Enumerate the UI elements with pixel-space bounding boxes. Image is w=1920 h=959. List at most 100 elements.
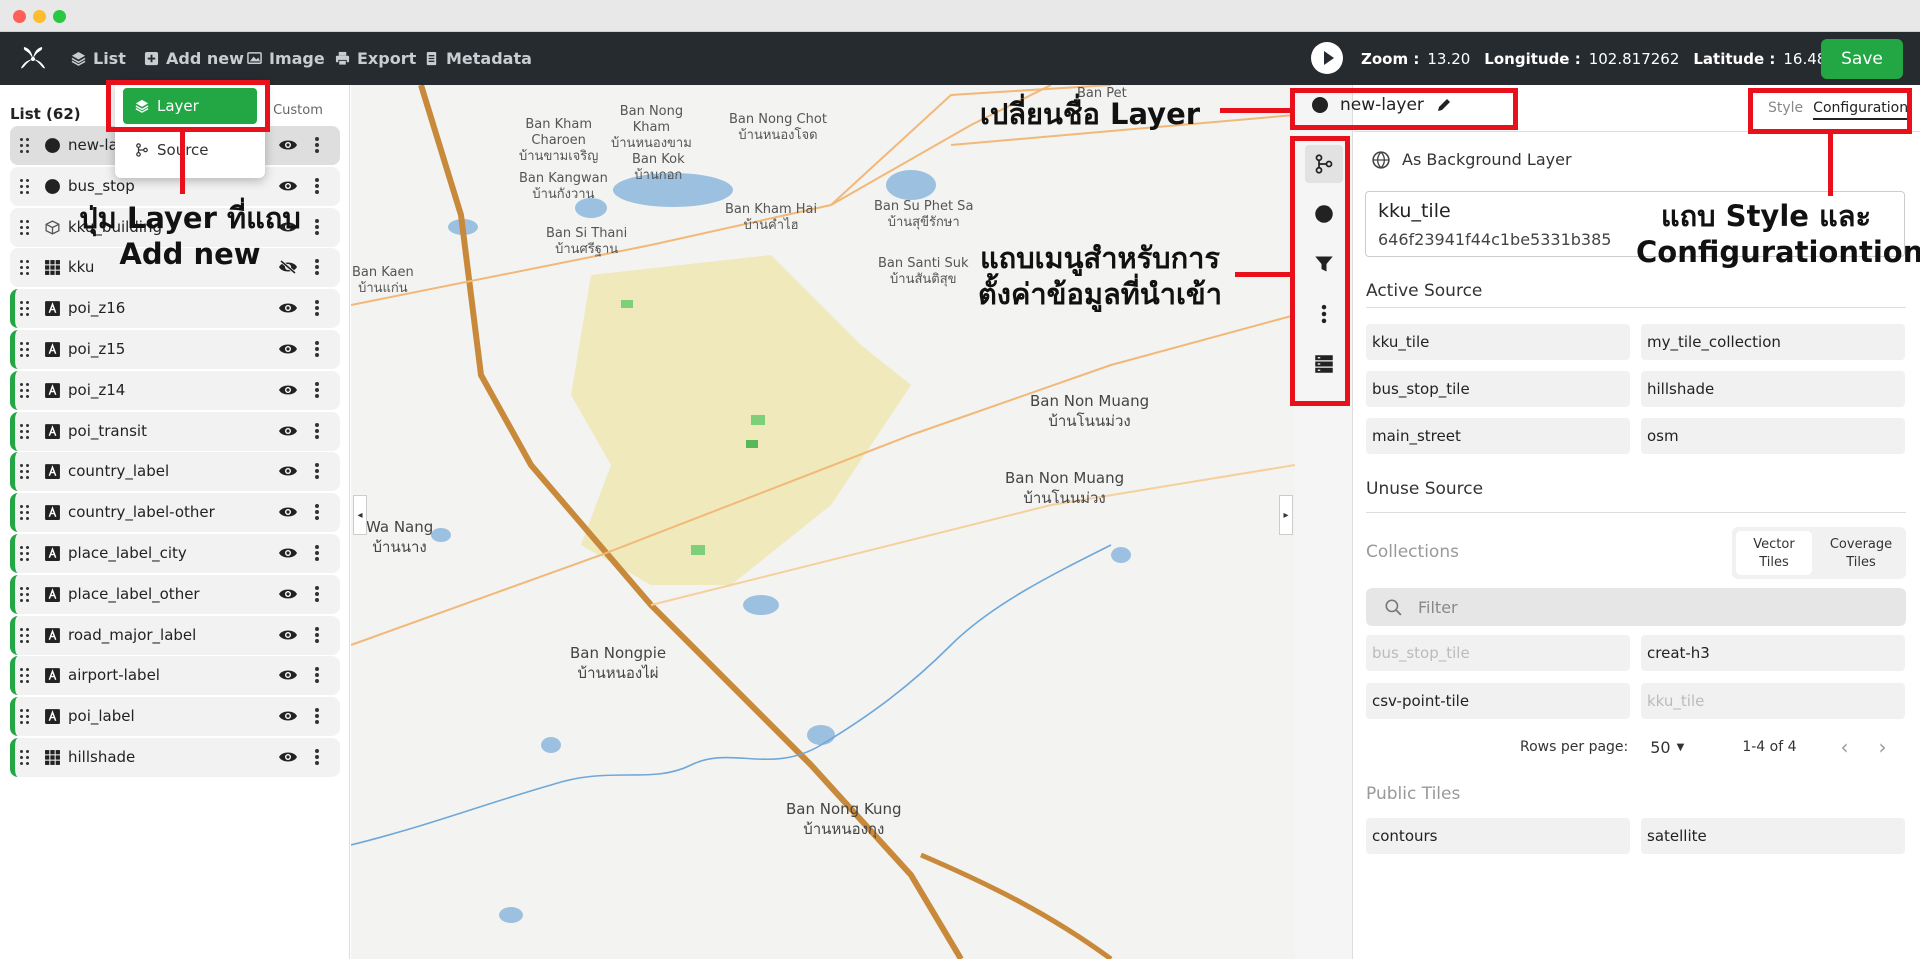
drag-handle-icon[interactable] [20, 505, 30, 521]
play-icon[interactable] [1311, 42, 1343, 74]
more-options-icon[interactable] [315, 667, 319, 684]
more-options-icon[interactable] [315, 341, 319, 357]
drag-handle-icon[interactable] [20, 464, 30, 480]
drag-handle-icon[interactable] [20, 627, 30, 644]
annotation-box-rename [1290, 88, 1518, 130]
eye-icon[interactable] [278, 342, 298, 356]
layer-list-item[interactable]: poi_z16 [10, 289, 340, 329]
drag-handle-icon[interactable] [20, 586, 30, 603]
more-options-icon[interactable] [315, 381, 319, 398]
app-logo-icon[interactable] [18, 44, 48, 74]
drag-handle-icon[interactable] [20, 546, 30, 562]
eye-icon[interactable] [278, 628, 298, 642]
custom-button[interactable]: Custom [265, 95, 330, 125]
drag-handle-icon[interactable] [20, 668, 30, 684]
minimize-window-button[interactable] [33, 10, 46, 23]
layer-list-item[interactable]: place_label_other [10, 574, 340, 614]
drag-handle-icon[interactable] [20, 750, 30, 766]
source-chip[interactable]: bus_stop_tile [1366, 635, 1630, 671]
water-body [431, 528, 451, 542]
drag-handle-icon[interactable] [20, 709, 30, 725]
eye-icon[interactable] [278, 138, 298, 152]
source-chip[interactable]: bus_stop_tile [1366, 371, 1630, 407]
layer-list-item[interactable]: airport-label [10, 656, 340, 696]
map-place-label: Ban Su Phet Sa บ้านสุขีรักษา [874, 199, 974, 230]
close-window-button[interactable] [13, 10, 26, 23]
eye-icon[interactable] [278, 750, 298, 764]
drag-handle-icon[interactable] [20, 260, 30, 276]
eye-icon[interactable] [278, 301, 298, 315]
source-chip[interactable]: osm [1641, 418, 1905, 454]
export-menu[interactable]: Export [335, 32, 416, 85]
layer-list-item[interactable]: poi_label [10, 697, 340, 737]
source-chip[interactable]: kku_tile [1366, 324, 1630, 360]
layer-list-item[interactable]: poi_z15 [10, 330, 340, 369]
more-options-icon[interactable] [315, 708, 319, 725]
drag-handle-icon[interactable] [20, 301, 30, 317]
rows-per-page-select[interactable]: 50 ▼ [1650, 738, 1684, 757]
more-options-icon[interactable] [315, 626, 319, 643]
eye-icon[interactable] [278, 424, 298, 438]
layer-list-item[interactable]: road_major_label [10, 615, 340, 655]
source-chip[interactable]: my_tile_collection [1641, 324, 1905, 360]
dropdown-source-item[interactable]: Source [123, 132, 257, 168]
source-chip[interactable]: satellite [1641, 818, 1905, 854]
eye-icon[interactable] [278, 383, 298, 397]
source-chip[interactable]: contours [1366, 818, 1630, 854]
filter-input[interactable]: Filter [1366, 588, 1906, 626]
drag-handle-icon[interactable] [20, 382, 30, 399]
map-place-label: Ban Kham Charoen บ้านขามเจริญ [519, 117, 599, 164]
layer-list-item[interactable]: country_label-other [10, 493, 340, 533]
source-chip[interactable]: csv-point-tile [1366, 683, 1630, 719]
collapse-left-button[interactable]: ◂ [353, 495, 367, 535]
source-chip[interactable]: kku_tile [1641, 683, 1905, 719]
eye-icon[interactable] [278, 464, 298, 478]
drag-handle-icon[interactable] [20, 138, 30, 154]
eye-icon[interactable] [278, 505, 298, 519]
more-options-icon[interactable] [315, 218, 319, 235]
layer-list-item[interactable]: place_label_city [10, 534, 340, 573]
source-chip[interactable]: creat-h3 [1641, 635, 1905, 671]
coverage-tiles-toggle[interactable]: Coverage Tiles [1820, 531, 1902, 575]
more-options-icon[interactable] [315, 259, 319, 276]
more-options-icon[interactable] [315, 300, 319, 317]
layer-list-item[interactable]: poi_transit [10, 411, 340, 451]
map-place-label: Ban Nongpie บ้านหนองไผ่ [570, 644, 667, 682]
more-options-icon[interactable] [315, 463, 319, 480]
text-icon [45, 464, 60, 480]
add-new-menu[interactable]: Add new [144, 32, 244, 85]
source-chip[interactable]: main_street [1366, 418, 1630, 454]
map-canvas[interactable]: Ban Pet Ban Kham Charoen บ้านขามเจริญ Ban … [351, 85, 1295, 959]
eye-icon[interactable] [278, 179, 298, 193]
layer-list-item[interactable]: poi_z14 [10, 370, 340, 410]
layer-list-item[interactable]: hillshade [10, 738, 340, 777]
collapse-right-button[interactable]: ▸ [1279, 495, 1293, 535]
next-page-icon[interactable]: › [1878, 735, 1886, 759]
more-options-icon[interactable] [315, 545, 319, 561]
as-background-toggle[interactable]: As Background Layer [1372, 150, 1572, 169]
vector-tiles-toggle[interactable]: Vector Tiles [1736, 531, 1812, 575]
drag-handle-icon[interactable] [20, 219, 30, 236]
drag-handle-icon[interactable] [20, 178, 30, 195]
prev-page-icon[interactable]: ‹ [1840, 735, 1848, 759]
more-options-icon[interactable] [315, 177, 319, 194]
maximize-window-button[interactable] [53, 10, 66, 23]
source-chip[interactable]: hillshade [1641, 371, 1905, 407]
layer-list-item[interactable]: country_label [10, 452, 340, 492]
green-patch [746, 440, 758, 448]
drag-handle-icon[interactable] [20, 342, 30, 358]
eye-icon[interactable] [278, 709, 298, 723]
save-button[interactable]: Save [1821, 39, 1903, 79]
more-options-icon[interactable] [315, 749, 319, 765]
more-options-icon[interactable] [315, 585, 319, 602]
list-menu[interactable]: List [71, 32, 126, 85]
more-options-icon[interactable] [315, 504, 319, 521]
metadata-menu[interactable]: Metadata [424, 32, 532, 85]
more-options-icon[interactable] [315, 137, 319, 153]
drag-handle-icon[interactable] [20, 423, 30, 440]
eye-icon[interactable] [278, 668, 298, 682]
image-menu[interactable]: Image [247, 32, 325, 85]
eye-icon[interactable] [278, 587, 298, 601]
eye-icon[interactable] [278, 546, 298, 560]
more-options-icon[interactable] [315, 422, 319, 439]
